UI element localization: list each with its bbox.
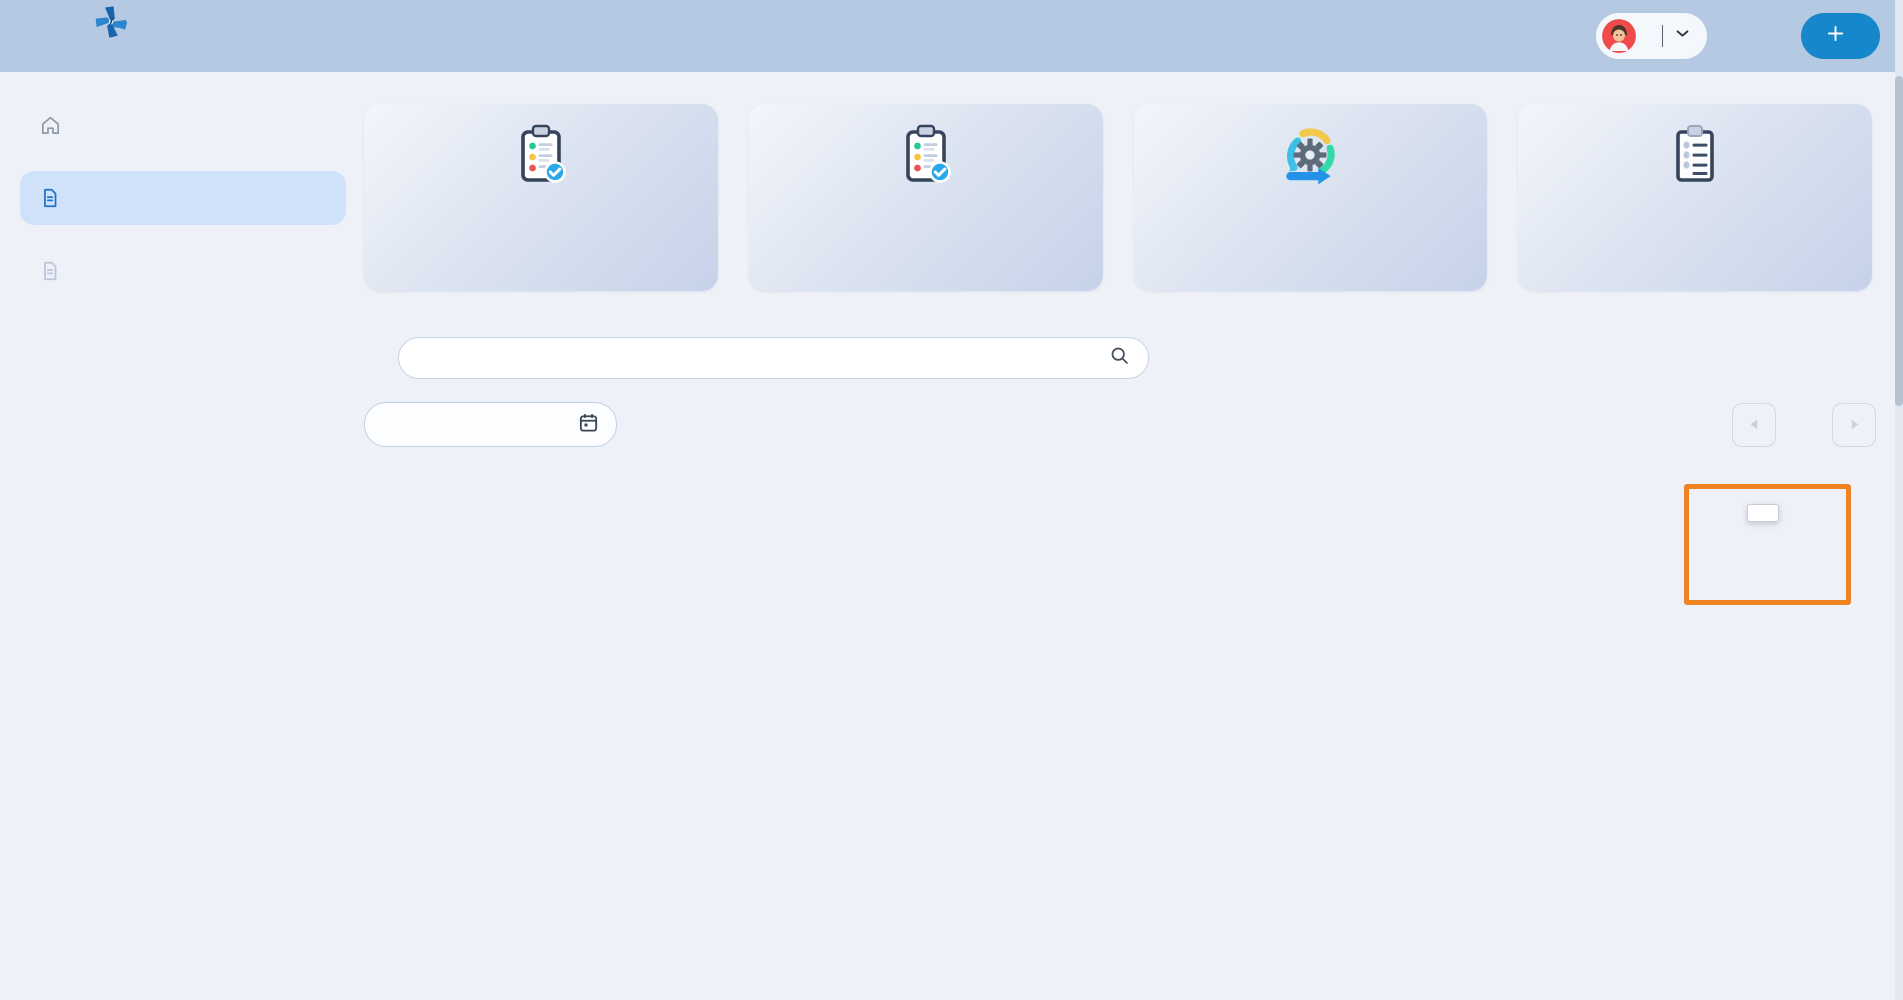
clipboard-check-icon xyxy=(509,122,573,188)
filter-bar xyxy=(364,402,1903,447)
header-right xyxy=(1596,13,1880,59)
app-header xyxy=(0,0,1903,72)
user-menu[interactable] xyxy=(1596,13,1707,59)
date-filter[interactable] xyxy=(364,402,617,447)
requests-table xyxy=(364,487,1872,533)
sidebar-item-solicitudes-ingresadas[interactable] xyxy=(20,171,346,225)
sidebar-item-ordenes-de-trabajo[interactable] xyxy=(20,244,346,298)
user-avatar xyxy=(1602,19,1636,53)
brand xyxy=(0,0,364,72)
plus-icon xyxy=(1827,25,1844,47)
stat-card-solicitudes-rechazadas xyxy=(1518,104,1872,291)
search-icon[interactable] xyxy=(1109,345,1130,371)
stat-card-solicitudes-procesadas xyxy=(748,104,1103,291)
chevron-down-icon xyxy=(1674,25,1691,47)
clipboard-check-icon xyxy=(894,122,958,188)
stat-card-tiempo-promedio-de-conversion xyxy=(364,104,718,291)
prev-page-button[interactable] xyxy=(1732,402,1776,447)
home-icon xyxy=(38,113,62,137)
next-page-button[interactable] xyxy=(1832,402,1876,447)
calendar-icon xyxy=(577,411,600,439)
document-icon xyxy=(38,186,62,210)
stats-cards xyxy=(364,104,1872,291)
page-scrollbar[interactable] xyxy=(1895,0,1903,1000)
table-header-row xyxy=(364,487,1872,533)
process-cycle-icon xyxy=(1277,122,1343,188)
document-icon xyxy=(38,259,62,283)
list-header xyxy=(364,337,1903,379)
scrollbar-thumb[interactable] xyxy=(1895,76,1903,406)
divider xyxy=(1662,25,1663,47)
search-input[interactable] xyxy=(417,349,1109,367)
stat-card-ordenes-caducadas xyxy=(1133,104,1488,291)
app-root xyxy=(0,0,1903,1000)
header-titles xyxy=(364,29,1596,44)
search-bar xyxy=(398,337,1149,379)
gobgeo-logo-icon xyxy=(94,5,128,44)
sidebar xyxy=(0,72,364,317)
register-new-request-button[interactable] xyxy=(1801,13,1880,59)
clipboard-plain-icon xyxy=(1663,122,1727,188)
main-content xyxy=(364,72,1903,1000)
details-tooltip xyxy=(1747,504,1779,522)
sidebar-item-inicio[interactable] xyxy=(20,98,346,152)
